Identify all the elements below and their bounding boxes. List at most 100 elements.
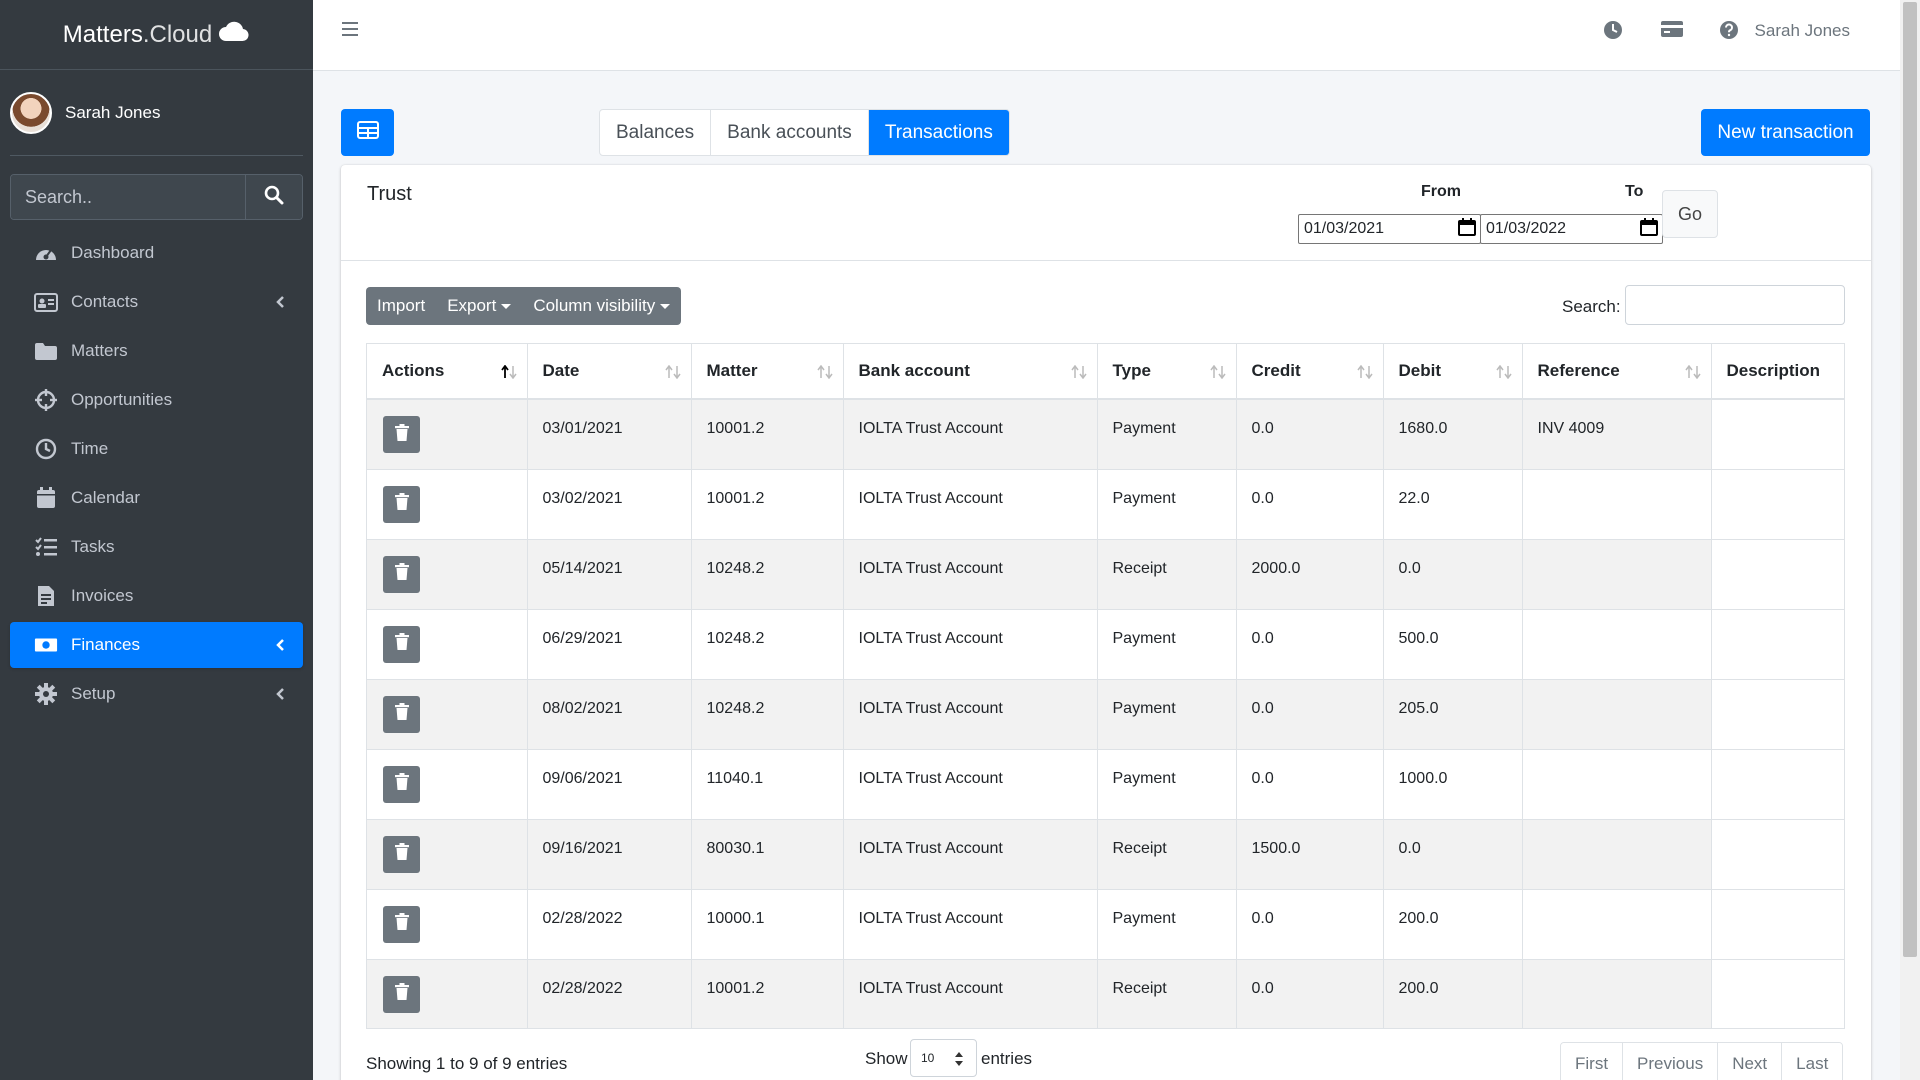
tab-balances[interactable]: Balances — [600, 110, 712, 155]
delete-button[interactable] — [383, 416, 420, 453]
cell-matter: 11040.1 — [691, 748, 844, 819]
cell-description — [1711, 888, 1844, 959]
cell-credit: 0.0 — [1236, 748, 1384, 819]
to-date-input[interactable]: 01/03/2022 — [1480, 214, 1663, 244]
sidebar-item-setup[interactable]: Setup — [10, 671, 303, 717]
export-label: Export — [447, 296, 497, 315]
column-header-reference[interactable]: Reference — [1522, 344, 1712, 400]
sidebar-search-button[interactable] — [245, 175, 302, 219]
export-dropdown[interactable]: Export — [436, 287, 522, 325]
cell-credit: 0.0 — [1236, 678, 1384, 749]
delete-button[interactable] — [383, 695, 420, 733]
delete-button[interactable] — [383, 975, 420, 1013]
pagination-first[interactable]: First — [1561, 1043, 1624, 1080]
go-button[interactable]: Go — [1662, 190, 1718, 238]
delete-button[interactable] — [383, 905, 420, 943]
folder-icon — [34, 339, 58, 363]
pagination-next[interactable]: Next — [1718, 1043, 1783, 1080]
pagination-last[interactable]: Last — [1782, 1043, 1843, 1080]
cell-date: 03/02/2021 — [527, 468, 692, 539]
sidebar-item-label: Finances — [71, 635, 140, 654]
from-date-value: 01/03/2021 — [1304, 220, 1385, 237]
column-header-bank-account[interactable]: Bank account — [843, 344, 1098, 400]
sidebar-user-name[interactable]: Sarah Jones — [65, 103, 160, 123]
page-size-select[interactable]: 10 — [910, 1039, 977, 1077]
caret-down-icon — [501, 303, 512, 309]
sidebar-item-matters[interactable]: Matters — [10, 328, 303, 374]
sort-icon — [1684, 364, 1701, 384]
cell-bank-account: IOLTA Trust Account — [843, 608, 1098, 679]
cell-matter: 10001.2 — [691, 468, 844, 539]
sidebar-item-finances[interactable]: Finances — [10, 622, 303, 668]
table-search-input[interactable] — [1625, 285, 1845, 325]
sidebar-item-label: Calendar — [71, 488, 140, 507]
search-icon — [264, 185, 284, 210]
cell-reference — [1522, 818, 1712, 889]
delete-button[interactable] — [383, 765, 420, 803]
column-header-date[interactable]: Date — [527, 344, 692, 400]
calendar-icon — [34, 486, 58, 510]
import-button[interactable]: Import — [366, 287, 436, 325]
delete-button[interactable] — [383, 485, 420, 523]
tab-bank-accounts[interactable]: Bank accounts — [711, 110, 869, 155]
page-size-value: 10 — [921, 1051, 935, 1065]
user-panel[interactable]: Sarah Jones — [10, 70, 303, 156]
cell-date: 03/01/2021 — [527, 398, 692, 469]
cell-credit: 2000.0 — [1236, 538, 1384, 609]
cell-description — [1711, 608, 1844, 679]
cell-matter: 10248.2 — [691, 678, 844, 749]
sidebar-item-dashboard[interactable]: Dashboard — [10, 230, 303, 276]
calendar-icon[interactable] — [1458, 217, 1476, 241]
trash-icon — [394, 843, 409, 865]
column-header-actions[interactable]: Actions — [367, 344, 528, 400]
cell-debit: 0.0 — [1383, 818, 1523, 889]
column-header-description[interactable]: Description — [1711, 344, 1844, 400]
cell-bank-account: IOLTA Trust Account — [843, 538, 1098, 609]
delete-button[interactable] — [383, 835, 420, 873]
help-icon[interactable] — [1719, 20, 1739, 45]
sidebar-item-opportunities[interactable]: Opportunities — [10, 377, 303, 423]
table-grid-icon — [356, 121, 379, 144]
cell-description — [1711, 538, 1844, 609]
column-header-credit[interactable]: Credit — [1236, 344, 1384, 400]
scrollbar-thumb[interactable] — [1903, 2, 1917, 957]
from-date-input[interactable]: 01/03/2021 — [1298, 214, 1481, 244]
delete-button[interactable] — [383, 625, 420, 663]
brand-logo[interactable]: Matters .Cloud — [0, 0, 313, 70]
sidebar-nav: Dashboard Contacts Matters Opportunities… — [10, 230, 303, 717]
hamburger-menu-icon[interactable] — [342, 20, 360, 43]
trash-icon — [394, 773, 409, 795]
credit-card-icon[interactable] — [1661, 20, 1683, 43]
cell-actions — [367, 538, 528, 609]
sort-icon — [664, 364, 681, 384]
sidebar-item-contacts[interactable]: Contacts — [10, 279, 303, 325]
column-header-type[interactable]: Type — [1097, 344, 1237, 400]
clock-icon[interactable] — [1603, 20, 1623, 45]
column-header-label: Credit — [1251, 361, 1301, 380]
column-visibility-dropdown[interactable]: Column visibility — [522, 287, 681, 325]
column-header-matter[interactable]: Matter — [691, 344, 844, 400]
sidebar-item-tasks[interactable]: Tasks — [10, 524, 303, 570]
tab-transactions[interactable]: Transactions — [868, 110, 1009, 155]
cell-type: Receipt — [1097, 958, 1237, 1028]
delete-button[interactable] — [383, 555, 420, 593]
sidebar-item-time[interactable]: Time — [10, 426, 303, 472]
calendar-icon[interactable] — [1640, 217, 1658, 241]
pagination-previous[interactable]: Previous — [1623, 1043, 1719, 1080]
table-view-button[interactable] — [341, 109, 394, 156]
cell-actions — [367, 468, 528, 539]
gear-icon — [34, 682, 58, 706]
column-header-debit[interactable]: Debit — [1383, 344, 1523, 400]
sidebar-search-input[interactable] — [11, 175, 245, 219]
sidebar-item-invoices[interactable]: Invoices — [10, 573, 303, 619]
new-transaction-button[interactable]: New transaction — [1701, 109, 1870, 156]
table-header-row: Actions Date Matter Bank account Type Cr… — [367, 344, 1844, 400]
crosshairs-icon — [34, 388, 58, 412]
sidebar-item-calendar[interactable]: Calendar — [10, 475, 303, 521]
cell-actions — [367, 608, 528, 679]
page-scrollbar[interactable] — [1900, 0, 1920, 1080]
chevron-left-icon — [275, 637, 285, 657]
sidebar-item-label: Contacts — [71, 292, 139, 311]
trash-icon — [394, 913, 409, 935]
header-user-name[interactable]: Sarah Jones — [1755, 21, 1850, 41]
